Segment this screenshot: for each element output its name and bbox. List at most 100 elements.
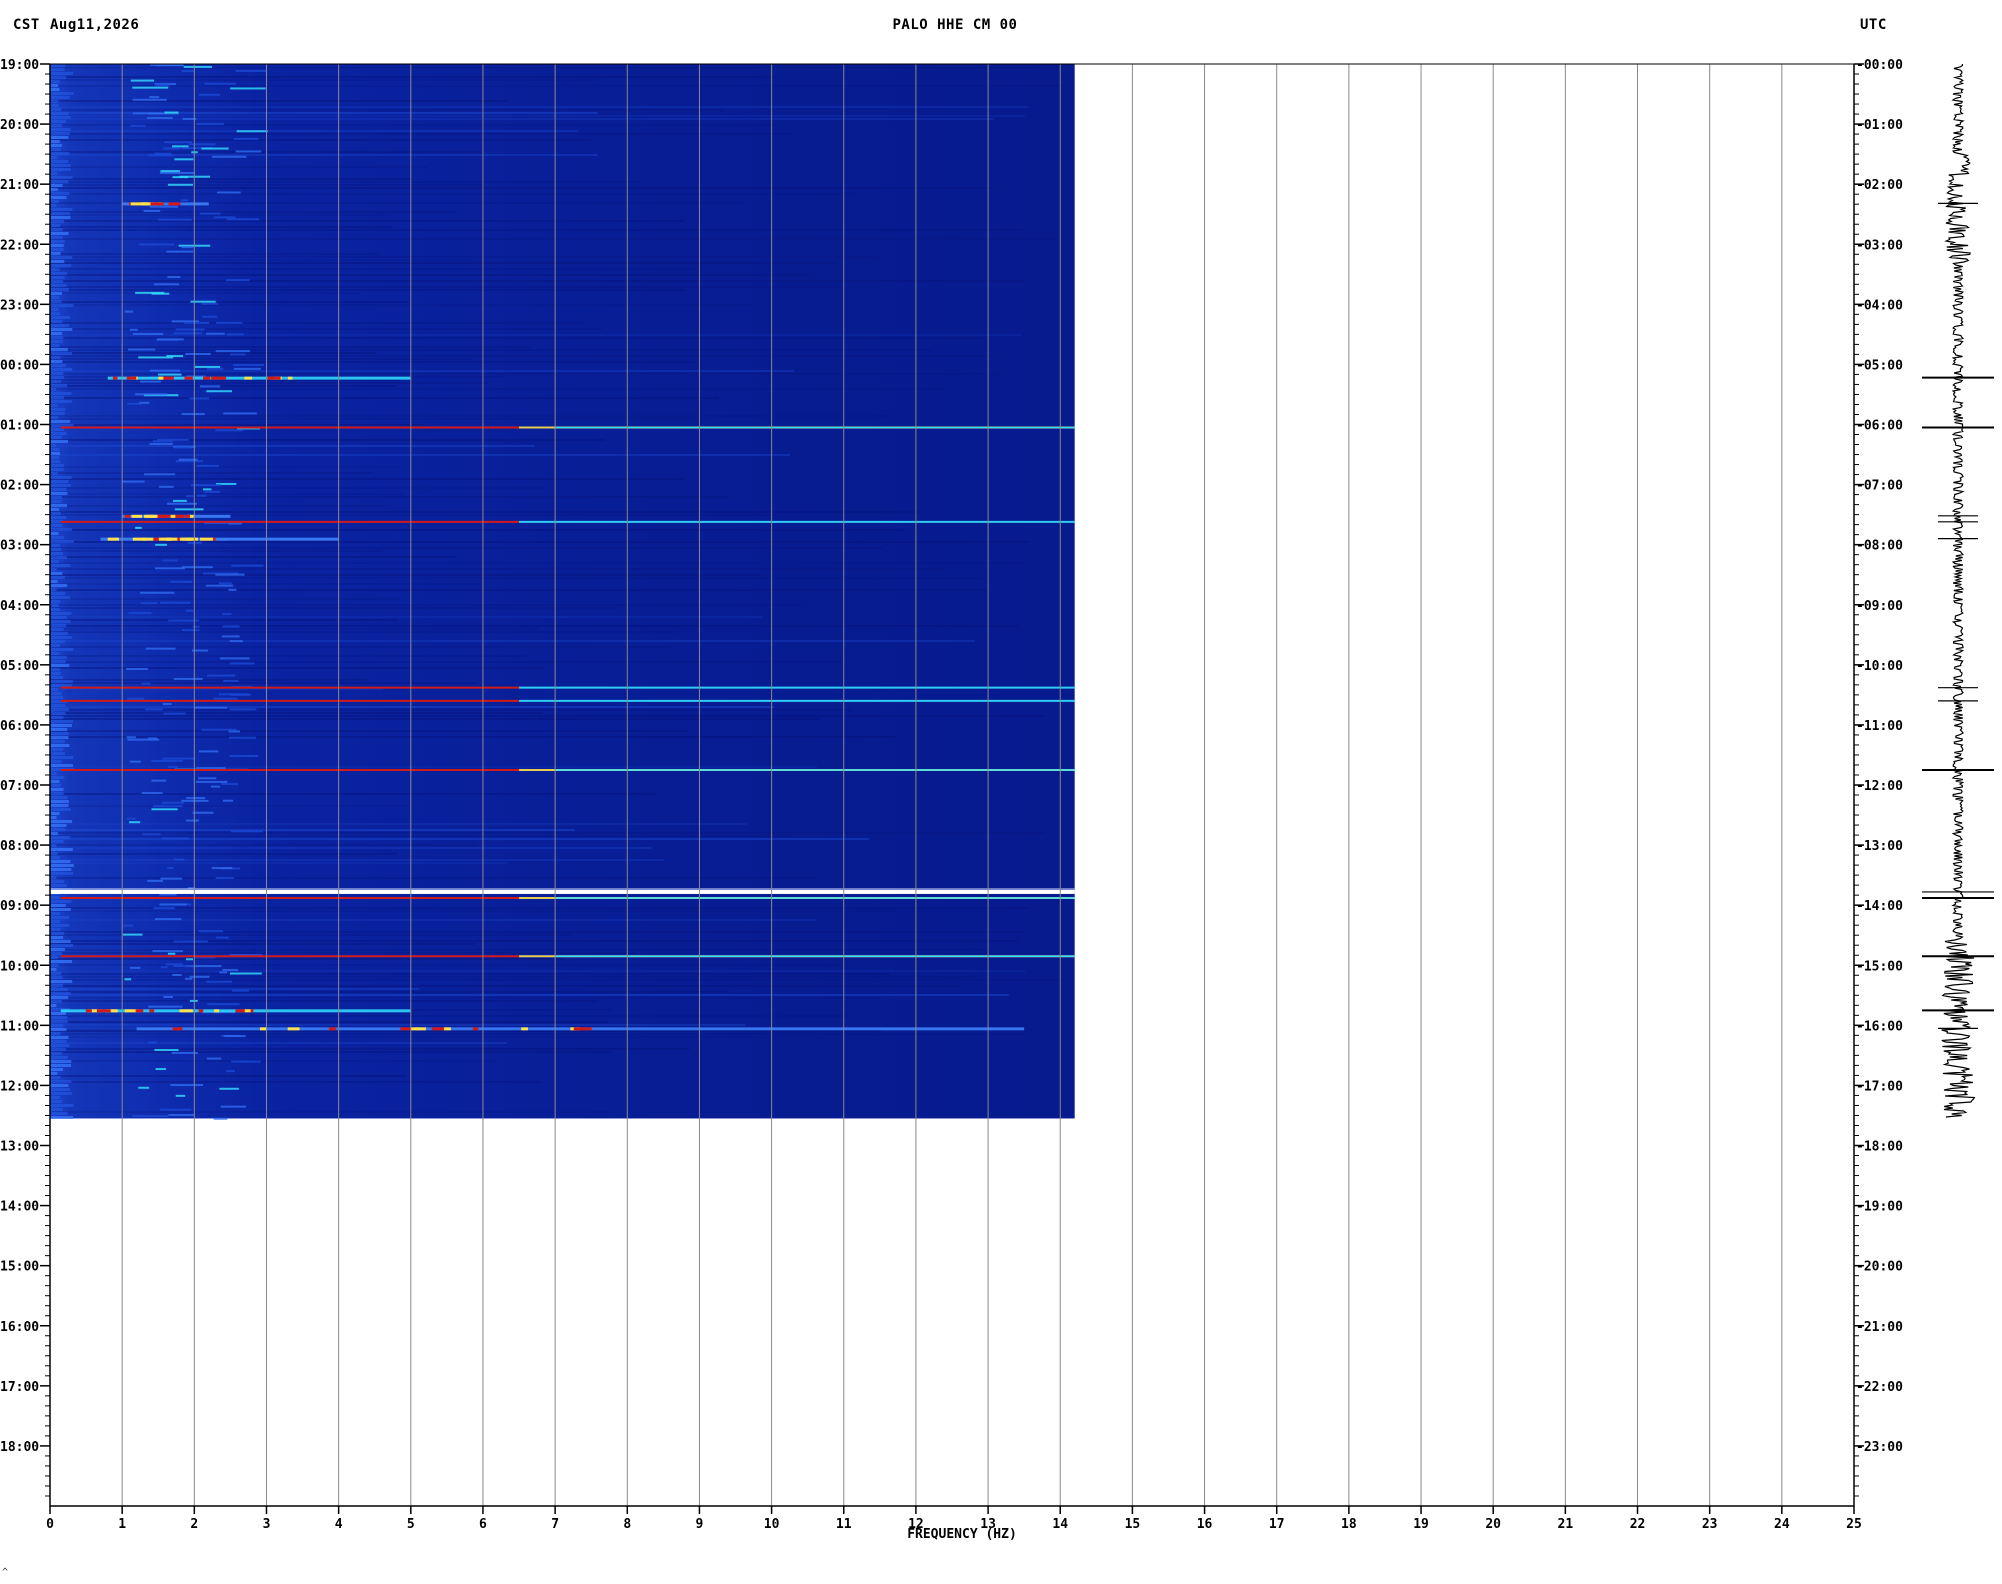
microseism-speckle [160, 601, 191, 604]
spectrogram-texture [50, 385, 397, 387]
event-burst-hot [135, 1009, 144, 1013]
low-frequency-noise [50, 992, 71, 995]
microseism-speckle [132, 1115, 169, 1118]
microseism-speckle [219, 1087, 239, 1090]
low-frequency-noise [50, 180, 69, 183]
frequency-tick-label: 18 [1341, 1517, 1357, 1532]
spectrogram-texture [50, 1111, 611, 1113]
spectrogram-texture [50, 418, 696, 420]
microseism-speckle [201, 147, 229, 150]
microseism-speckle [159, 903, 187, 906]
spectrogram-texture [50, 970, 1026, 972]
low-frequency-noise [50, 380, 61, 383]
right-time-label: -08:00 [1856, 539, 1903, 554]
low-frequency-noise [50, 996, 69, 999]
right-time-label: -22:00 [1856, 1380, 1903, 1395]
spectrogram-texture [50, 424, 425, 426]
low-frequency-noise [50, 644, 61, 647]
low-frequency-noise [50, 108, 62, 111]
microseism-speckle [204, 82, 236, 85]
low-frequency-noise [50, 280, 64, 283]
left-time-label: 18:00 [0, 1440, 39, 1455]
low-frequency-noise [50, 548, 62, 551]
microseism-speckle [229, 662, 255, 665]
low-frequency-noise [50, 1096, 61, 1099]
left-time-label: 01:00 [0, 419, 39, 434]
microseism-speckle [231, 1060, 261, 1063]
spectrogram-texture [50, 355, 995, 357]
microseism-speckle [149, 96, 160, 99]
event-burst-hot [124, 514, 131, 518]
low-frequency-noise [50, 296, 60, 299]
microseism-speckle [213, 1117, 228, 1120]
low-frequency-noise [50, 692, 62, 695]
spectrogram-texture [50, 661, 842, 663]
frequency-tick-label: 1 [118, 1517, 126, 1532]
low-frequency-noise [50, 932, 65, 935]
spectrogram-texture [50, 1081, 542, 1083]
microseism-speckle [206, 390, 233, 393]
event-burst-hot [112, 376, 118, 380]
low-frequency-noise [50, 1000, 62, 1003]
footnote-mark: ^ [2, 1567, 9, 1578]
frequency-tick-label: 21 [1558, 1517, 1574, 1532]
microseism-speckle [148, 154, 174, 157]
microseism-speckle [185, 609, 193, 612]
low-frequency-noise [50, 816, 57, 819]
low-frequency-noise [50, 872, 73, 875]
left-time-label: 15:00 [0, 1260, 39, 1275]
low-frequency-noise [50, 232, 69, 235]
low-frequency-noise [50, 1048, 66, 1051]
low-frequency-noise [50, 844, 57, 847]
low-frequency-noise [50, 288, 69, 291]
event-burst-hot [150, 202, 164, 206]
spectrogram-texture [50, 361, 695, 363]
low-frequency-noise [50, 492, 68, 495]
low-frequency-noise [50, 468, 64, 471]
low-frequency-noise [50, 680, 73, 683]
spectrogram-texture [50, 382, 487, 384]
low-frequency-noise [50, 912, 61, 915]
spectrogram-background [50, 64, 1075, 1119]
microseism-speckle [184, 321, 210, 324]
low-frequency-noise [50, 868, 72, 871]
low-frequency-noise [50, 876, 57, 879]
spectrogram-texture [50, 187, 994, 189]
low-frequency-noise [50, 1012, 67, 1015]
spectrogram-texture [50, 628, 540, 630]
spectrogram-texture [50, 667, 545, 669]
microseism-speckle [127, 697, 145, 700]
right-time-label: -12:00 [1856, 779, 1903, 794]
low-frequency-noise [50, 576, 65, 579]
low-frequency-noise [50, 556, 67, 559]
low-frequency-noise [50, 184, 63, 187]
microseism-speckle [124, 978, 132, 981]
event-burst-hot [521, 1027, 528, 1031]
frequency-tick-label: 17 [1269, 1517, 1285, 1532]
microseism-speckle [163, 712, 186, 715]
microseism-speckle [167, 952, 176, 955]
low-frequency-noise [50, 916, 70, 919]
microseism-speckle [189, 975, 210, 978]
low-frequency-noise [50, 632, 69, 635]
microseism-speckle [140, 380, 161, 383]
low-frequency-noise [50, 804, 69, 807]
microseism-speckle [135, 393, 168, 396]
spectrogram-texture [50, 466, 404, 468]
microseism-speckle [223, 679, 239, 682]
microseism-speckle [138, 243, 175, 246]
microseism-speckle [164, 111, 179, 114]
low-frequency-noise [50, 624, 67, 627]
microseism-speckle [181, 69, 195, 72]
microseism-speckle [180, 199, 189, 202]
frequency-tick-label: 0 [46, 1517, 54, 1532]
low-frequency-noise [50, 712, 66, 715]
low-frequency-noise [50, 136, 69, 139]
low-frequency-noise [50, 92, 74, 95]
spectrogram-texture [50, 730, 688, 732]
frequency-tick-label: 2 [190, 1517, 198, 1532]
microseism-speckle [154, 918, 182, 921]
low-frequency-noise [50, 928, 61, 931]
microseism-speckle [173, 964, 195, 967]
left-time-label: 17:00 [0, 1380, 39, 1395]
